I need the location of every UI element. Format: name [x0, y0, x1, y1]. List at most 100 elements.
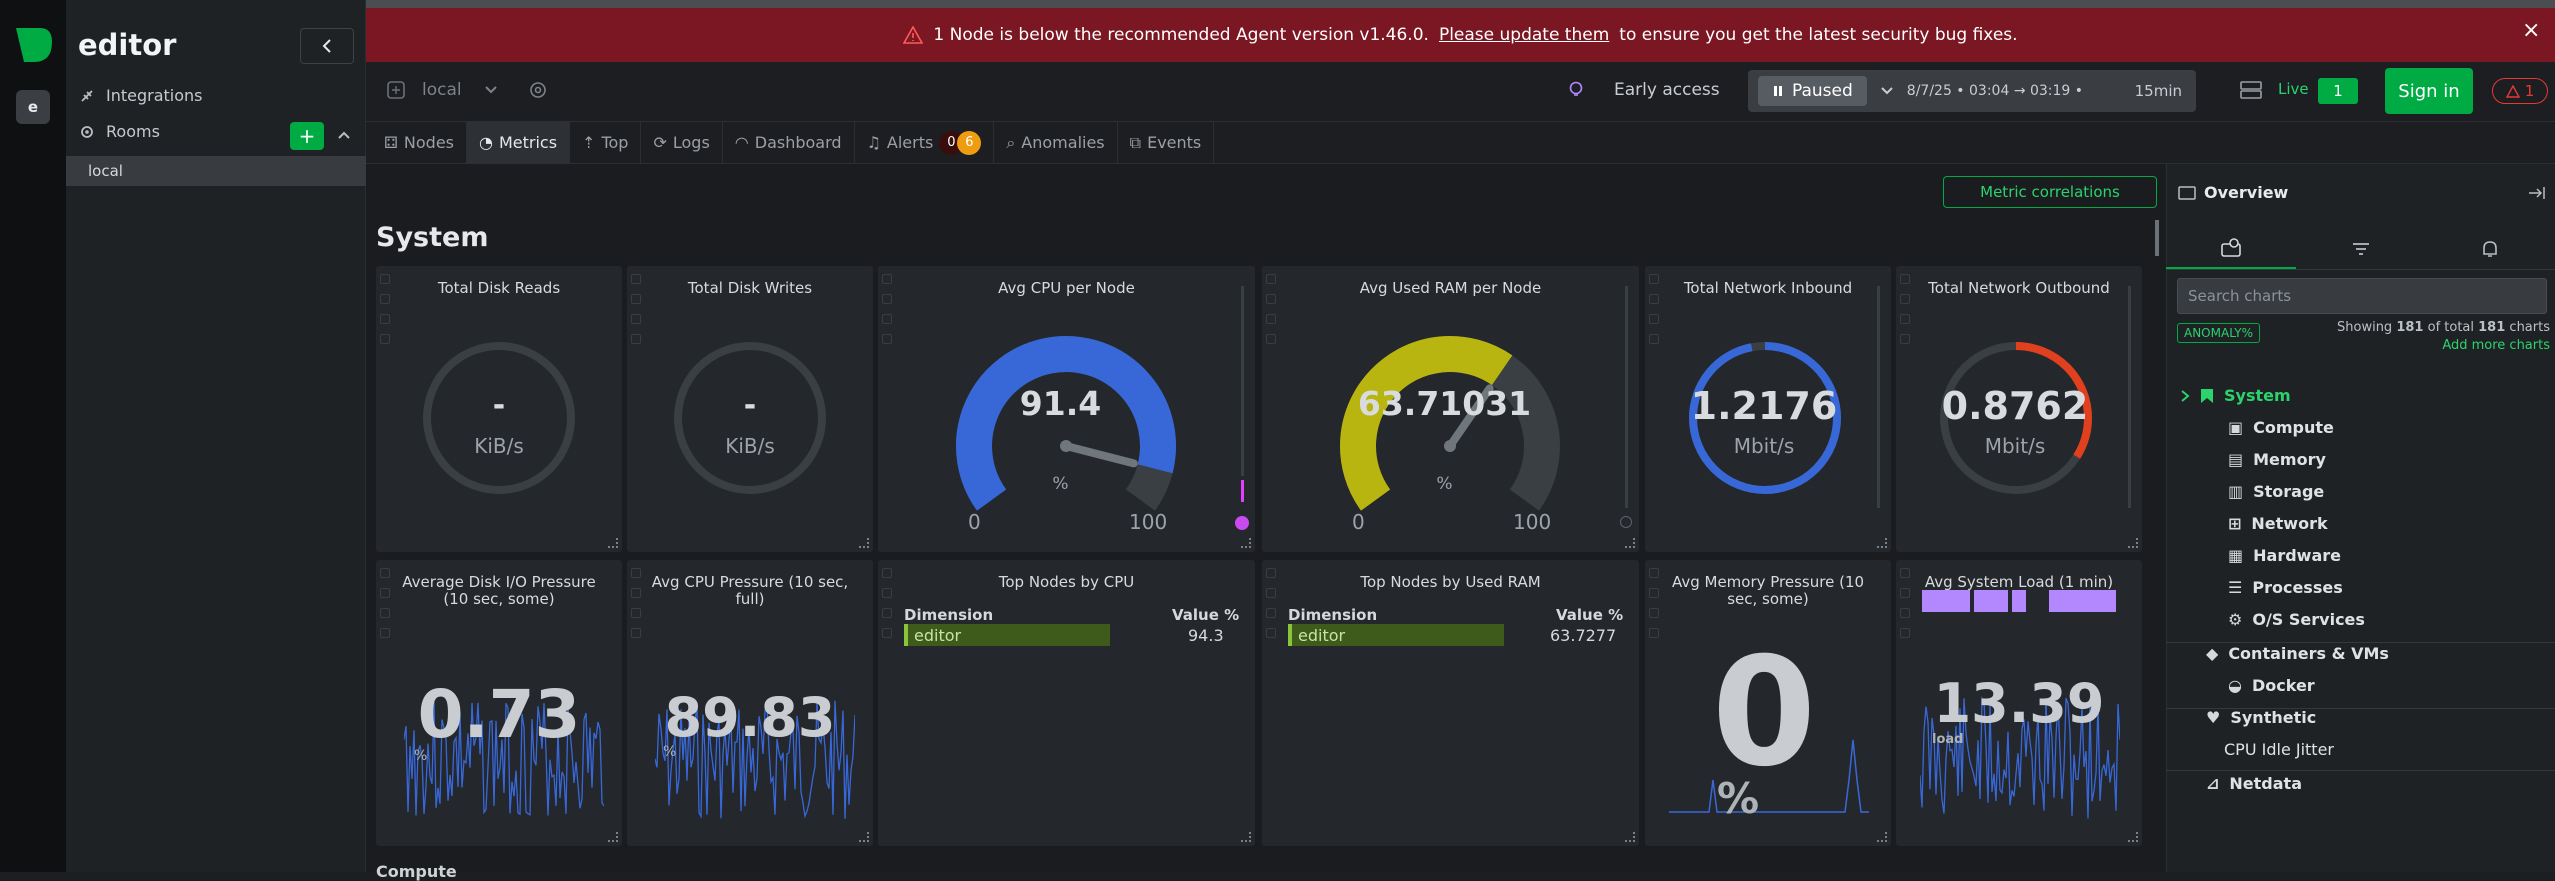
resize-handle[interactable] [1625, 832, 1635, 842]
chart-card-avg-cpu[interactable]: Avg CPU per Node 91.4 % 0 100 [878, 266, 1255, 552]
tree-item-netdata[interactable]: ⊿ Netdata [2206, 774, 2302, 793]
chart-card-disk-io-pressure[interactable]: Average Disk I/O Pressure (10 sec, some)… [376, 560, 622, 846]
chevron-down-icon[interactable] [485, 86, 497, 94]
add-room-button[interactable]: + [290, 122, 324, 150]
netdata-logo-icon[interactable] [14, 26, 54, 64]
charts-index-icon [2221, 237, 2241, 257]
alerts-pill[interactable]: 1 [2492, 78, 2548, 104]
showing-suffix: charts [2509, 320, 2550, 335]
tab-nodes[interactable]: ⚃ Nodes [372, 122, 467, 163]
scrollbar-thumb[interactable] [2155, 220, 2159, 256]
chart-card-memory-pressure[interactable]: Avg Memory Pressure (10 sec, some) 0 % [1645, 560, 1891, 846]
value-unit: % [414, 748, 428, 764]
chevron-up-icon[interactable] [338, 130, 350, 140]
logs-icon: ⟳ [653, 133, 667, 152]
mini-bar-track [1241, 286, 1244, 476]
chart-card-top-nodes-ram[interactable]: Top Nodes by Used RAM Dimension Value % … [1262, 560, 1639, 846]
big-value: 89.83 [664, 686, 836, 749]
room-item-local[interactable]: local [66, 156, 366, 186]
tab-metrics[interactable]: ◔ Metrics [467, 122, 571, 163]
netdata-icon: ⊿ [2206, 774, 2220, 793]
chart-card-disk-reads[interactable]: Total Disk Reads - KiB/s [376, 266, 622, 552]
chart-card-top-nodes-cpu[interactable]: Top Nodes by CPU Dimension Value % edito… [878, 560, 1255, 846]
chart-card-net-outbound[interactable]: Total Network Outbound 0.8762 Mbit/s [1896, 266, 2142, 552]
resize-handle[interactable] [1625, 538, 1635, 548]
showing-count: 181 [2396, 320, 2424, 335]
tree-item-compute[interactable]: ▣ Compute [2228, 418, 2334, 437]
collapse-sidebar-button[interactable] [300, 28, 354, 64]
sign-in-button[interactable]: Sign in [2385, 68, 2473, 114]
tree-label: Storage [2253, 482, 2325, 501]
top-icon: ⇡ [582, 133, 596, 152]
tree-item-storage[interactable]: ▥ Storage [2228, 482, 2324, 501]
tree-item-memory[interactable]: ▤ Memory [2228, 450, 2326, 469]
table-row-name[interactable]: editor [904, 624, 1110, 646]
chart-card-disk-writes[interactable]: Total Disk Writes - KiB/s [627, 266, 873, 552]
anomaly-dot-icon[interactable] [1620, 516, 1632, 528]
space-badge[interactable]: e [16, 90, 50, 124]
resize-handle[interactable] [1877, 538, 1887, 548]
chart-card-system-load[interactable]: Avg System Load (1 min) 13.39 load [1896, 560, 2142, 846]
resize-handle[interactable] [608, 832, 618, 842]
resize-handle[interactable] [1877, 832, 1887, 842]
chart-card-avg-ram[interactable]: Avg Used RAM per Node 63.71031 % 0 100 [1262, 266, 1639, 552]
chart-title: Top Nodes by Used RAM [1360, 573, 1541, 591]
chart-title: Average Disk I/O Pressure (10 sec, some) [402, 573, 596, 609]
live-count-badge[interactable]: 1 [2318, 78, 2358, 104]
resize-handle[interactable] [2128, 538, 2138, 548]
resize-handle[interactable] [1241, 538, 1251, 548]
overview-tabs [2166, 228, 2555, 270]
search-charts-input[interactable] [2177, 278, 2547, 314]
tree-item-system[interactable]: System [2180, 386, 2291, 405]
tab-anomalies[interactable]: ⌕ Anomalies [994, 122, 1118, 163]
tree-item-containers[interactable]: ◆ Containers & VMs [2206, 644, 2389, 663]
tab-alerts[interactable]: ♫ Alerts 06 [855, 122, 995, 163]
banner-close-button[interactable]: × [2522, 18, 2540, 43]
tree-label: Docker [2251, 676, 2315, 695]
settings-icon[interactable] [528, 80, 548, 100]
duration[interactable]: 15min [2135, 82, 2182, 100]
anomaly-badge[interactable]: ANOMALY% [2177, 323, 2261, 343]
tree-item-os-services[interactable]: ⚙ O/S Services [2228, 610, 2365, 629]
tab-top[interactable]: ⇡ Top [570, 122, 642, 163]
tab-logs[interactable]: ⟳ Logs [641, 122, 723, 163]
resize-handle[interactable] [859, 538, 869, 548]
sidebar-item-integrations[interactable]: Integrations [78, 86, 203, 105]
add-more-charts-link[interactable]: Add more charts [2330, 338, 2550, 353]
resize-handle[interactable] [1241, 832, 1251, 842]
tree-label: Hardware [2253, 546, 2341, 565]
table-row-name[interactable]: editor [1288, 624, 1504, 646]
tree-label: Netdata [2229, 774, 2302, 793]
warning-icon [903, 26, 924, 44]
tree-item-cpu-idle-jitter[interactable]: CPU Idle Jitter [2224, 740, 2334, 759]
bookmark-icon [2201, 388, 2213, 403]
chart-title: Avg CPU Pressure (10 sec, full) [651, 573, 849, 609]
banner-update-link[interactable]: Please update them [1439, 25, 1609, 45]
tab-filters[interactable] [2296, 228, 2426, 269]
tree-item-docker[interactable]: ◒ Docker [2228, 676, 2315, 695]
resize-handle[interactable] [608, 538, 618, 548]
collapse-panel-icon[interactable] [2528, 186, 2546, 200]
tree-item-processes[interactable]: ☰ Processes [2228, 578, 2343, 597]
tab-events[interactable]: ⧉ Events [1118, 122, 1215, 163]
nodes-panel-icon[interactable] [2240, 80, 2262, 100]
metric-correlations-button[interactable]: Metric correlations [1943, 176, 2157, 208]
tree-item-hardware[interactable]: ▦ Hardware [2228, 546, 2341, 565]
resize-handle[interactable] [2128, 832, 2138, 842]
chart-card-net-inbound[interactable]: Total Network Inbound 1.2176 Mbit/s [1645, 266, 1891, 552]
room-selector[interactable]: local [422, 80, 462, 100]
chevron-down-icon[interactable] [1881, 87, 1893, 95]
time-range[interactable]: 8/7/25 • 03:04 → 03:19 • [1907, 83, 2083, 99]
anomaly-dot-icon[interactable] [1235, 516, 1249, 530]
resize-handle[interactable] [859, 832, 869, 842]
tab-charts-index[interactable] [2166, 228, 2296, 269]
tab-alerts-panel[interactable] [2425, 228, 2555, 269]
gauge-unit: KiB/s [474, 434, 524, 458]
tab-dashboard[interactable]: ◠ Dashboard [723, 122, 855, 163]
early-access-label[interactable]: Early access [1614, 80, 1720, 100]
paused-button[interactable]: Paused [1758, 76, 1867, 106]
value-unit: % [663, 744, 677, 760]
tree-item-synthetic[interactable]: ♥ Synthetic [2206, 708, 2316, 727]
tree-item-network[interactable]: ⊞ Network [2228, 514, 2328, 533]
chart-card-cpu-pressure[interactable]: Avg CPU Pressure (10 sec, full) 89.83 % [627, 560, 873, 846]
